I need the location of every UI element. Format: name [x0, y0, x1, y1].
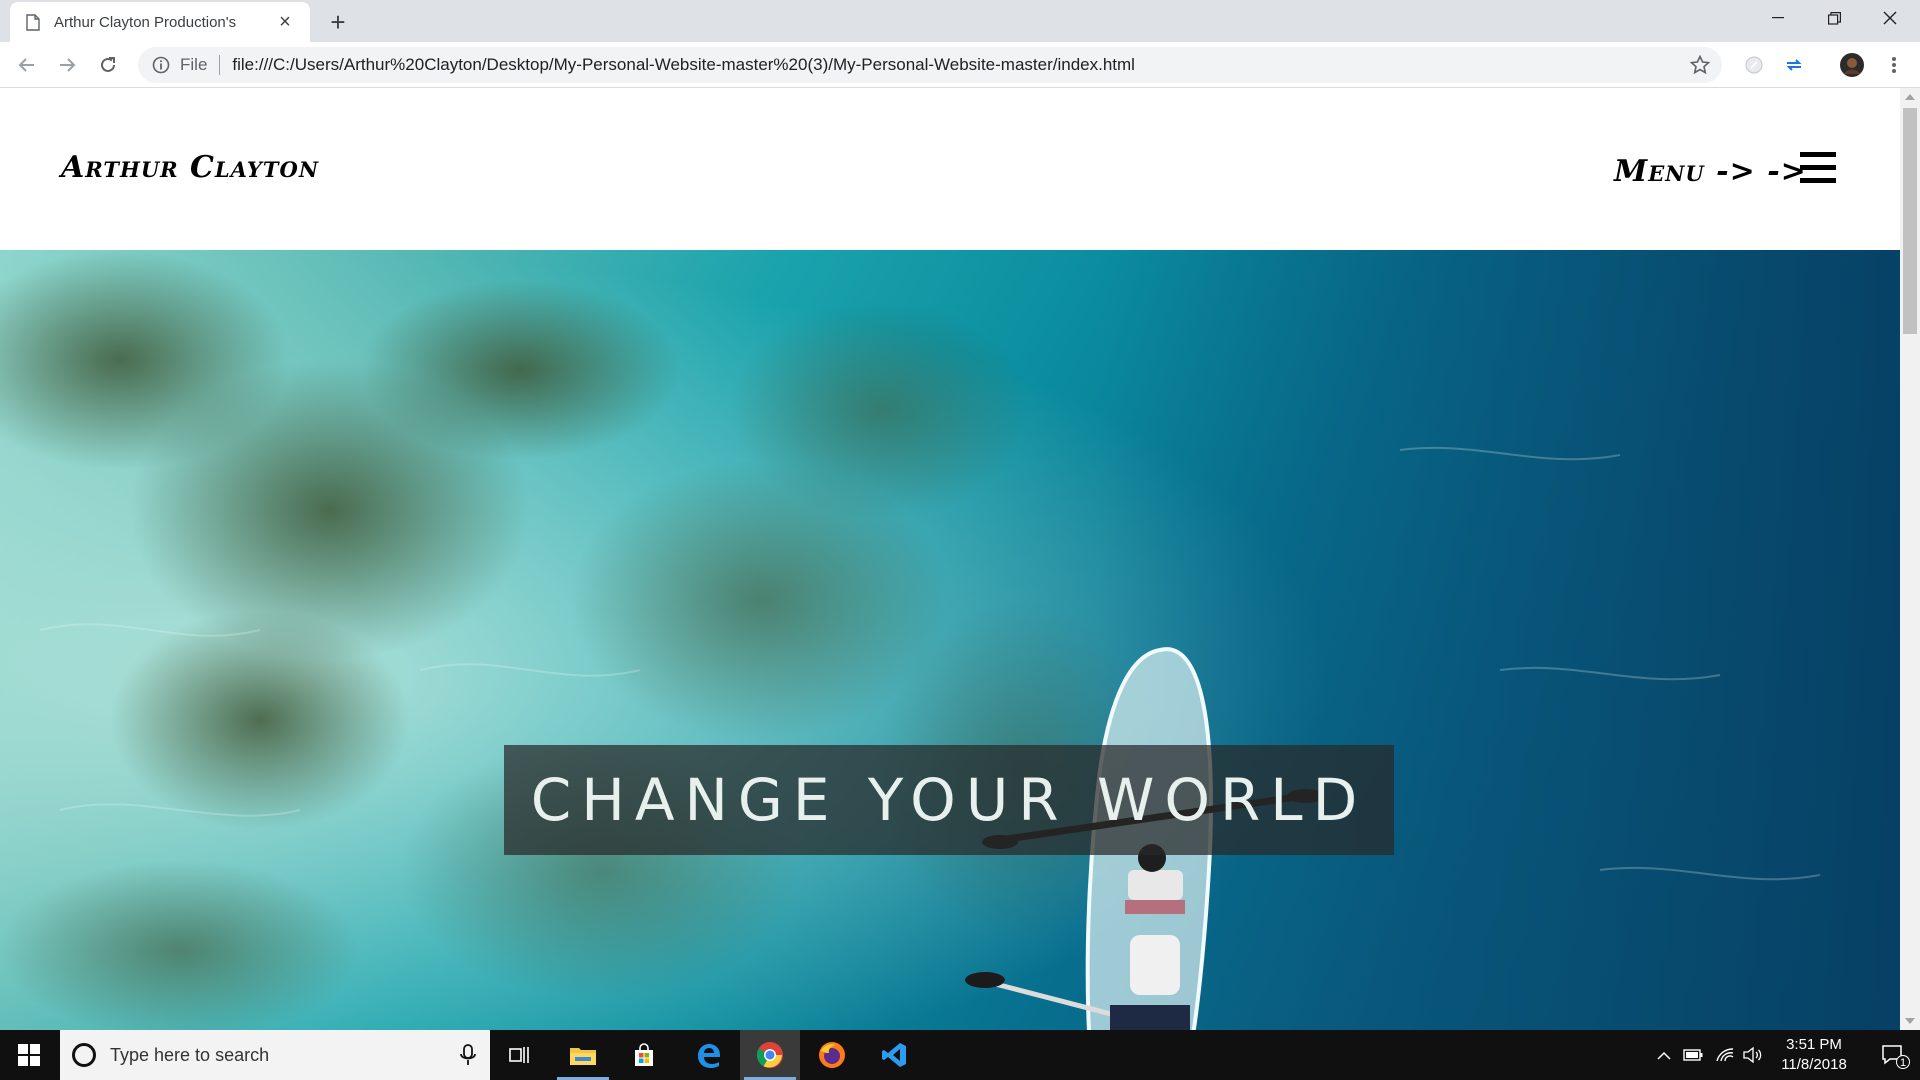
- doc-icon: [26, 13, 40, 31]
- vscode-icon[interactable]: [864, 1030, 924, 1080]
- windows-taskbar: Type here to search 3:51 PM 11/8/2018 1: [0, 1030, 1920, 1080]
- show-hidden-icons-icon[interactable]: [1652, 1030, 1676, 1080]
- hamburger-menu-icon[interactable]: [1800, 152, 1836, 184]
- profile-avatar[interactable]: [1840, 53, 1864, 77]
- site-header: Arthur Clayton Menu -> ->: [0, 88, 1900, 250]
- minimize-icon[interactable]: [1750, 0, 1806, 36]
- back-icon[interactable]: [13, 51, 41, 79]
- info-icon[interactable]: [152, 56, 170, 74]
- site-title[interactable]: Arthur Clayton: [61, 150, 319, 185]
- forward-icon[interactable]: [53, 51, 81, 79]
- browser-toolbar: File file:///C:/Users/Arthur%20Clayton/D…: [0, 42, 1920, 88]
- action-center-icon[interactable]: 1: [1866, 1030, 1920, 1080]
- taskbar-search-box[interactable]: Type here to search: [60, 1030, 490, 1080]
- tab-strip: Arthur Clayton Production's × +: [0, 0, 1920, 42]
- new-tab-button[interactable]: +: [324, 7, 352, 37]
- notification-count-badge: 1: [1896, 1055, 1910, 1069]
- wifi-icon[interactable]: [1712, 1030, 1738, 1080]
- ocean-kayak-photo: [0, 250, 1900, 1030]
- close-icon[interactable]: [1862, 0, 1918, 36]
- sync-icon[interactable]: [1782, 53, 1806, 77]
- reload-icon[interactable]: [94, 51, 122, 79]
- hero-section: CHANGE YOUR WORLD: [0, 250, 1900, 1030]
- tab-close-icon[interactable]: ×: [274, 11, 296, 33]
- taskbar-clock[interactable]: 3:51 PM 11/8/2018: [1764, 1035, 1864, 1075]
- address-separator: [219, 55, 221, 75]
- volume-icon[interactable]: [1740, 1030, 1766, 1080]
- task-view-icon[interactable]: [490, 1030, 550, 1080]
- file-explorer-icon[interactable]: [553, 1030, 613, 1080]
- store-icon[interactable]: [614, 1030, 674, 1080]
- clock-time: 3:51 PM: [1786, 1036, 1842, 1053]
- scroll-down-arrow[interactable]: [1905, 1018, 1915, 1024]
- battery-icon[interactable]: [1680, 1030, 1706, 1080]
- star-icon[interactable]: [1690, 55, 1710, 75]
- address-bar[interactable]: File file:///C:/Users/Arthur%20Clayton/D…: [138, 47, 1722, 83]
- clock-date: 11/8/2018: [1781, 1056, 1847, 1073]
- page-scrollbar[interactable]: [1900, 88, 1920, 1030]
- scroll-up-arrow[interactable]: [1905, 94, 1915, 100]
- menu-label[interactable]: Menu -> ->: [1614, 154, 1807, 189]
- extension-icon[interactable]: [1742, 53, 1766, 77]
- tab-title: Arthur Clayton Production's: [54, 13, 237, 31]
- kebab-menu-icon[interactable]: [1882, 53, 1906, 77]
- browser-tab[interactable]: Arthur Clayton Production's ×: [10, 2, 310, 42]
- hero-headline: CHANGE YOUR WORLD: [530, 766, 1368, 834]
- page-viewport: Arthur Clayton Menu -> -> CHANGE YOUR WO…: [0, 88, 1900, 1030]
- windows-start-icon[interactable]: [0, 1030, 58, 1080]
- microphone-icon[interactable]: [460, 1044, 476, 1066]
- cortana-icon: [72, 1043, 96, 1067]
- address-scheme: File: [180, 55, 208, 74]
- restore-icon[interactable]: [1806, 0, 1862, 36]
- address-url[interactable]: file:///C:/Users/Arthur%20Clayton/Deskto…: [232, 55, 1135, 75]
- hero-banner: CHANGE YOUR WORLD: [504, 745, 1394, 855]
- scroll-thumb[interactable]: [1903, 108, 1917, 334]
- search-placeholder: Type here to search: [110, 1044, 270, 1065]
- edge-icon[interactable]: [678, 1030, 738, 1080]
- firefox-icon[interactable]: [802, 1030, 862, 1080]
- chrome-icon[interactable]: [740, 1030, 800, 1080]
